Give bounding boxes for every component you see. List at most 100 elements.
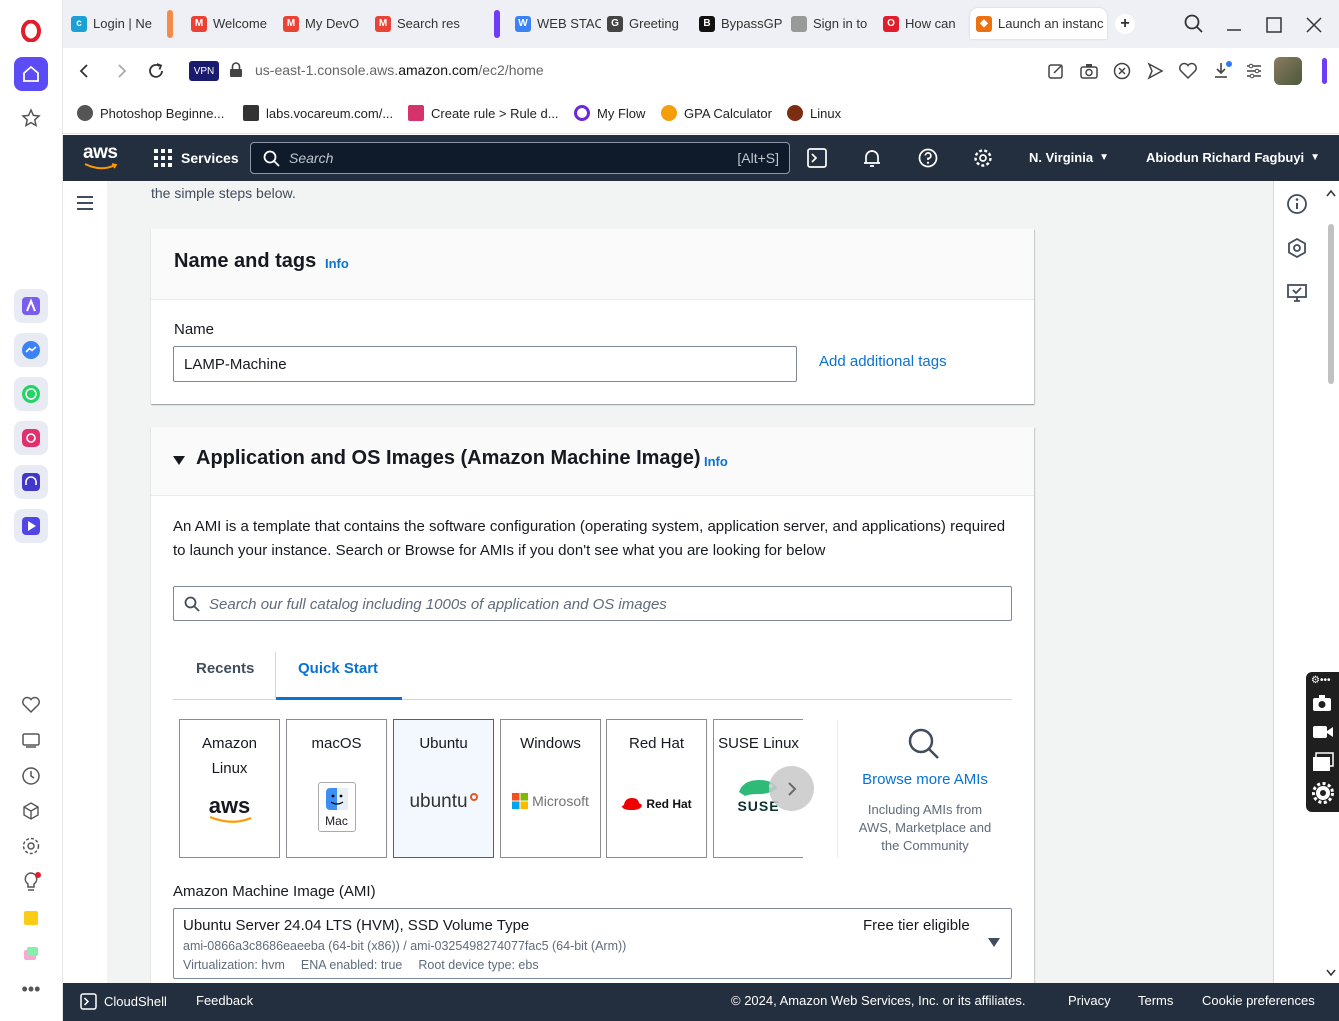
window-capture-icon[interactable]	[1312, 752, 1334, 777]
opera-logo-icon[interactable]	[14, 14, 48, 48]
tab-quick-start[interactable]: Quick Start	[298, 660, 378, 677]
privacy-link[interactable]: Privacy	[1068, 993, 1111, 1008]
edit-snapshot-icon[interactable]	[1046, 61, 1066, 86]
home-icon[interactable]	[14, 57, 48, 91]
tab-group-pill[interactable]	[494, 10, 500, 38]
music-player-icon[interactable]	[14, 465, 48, 499]
notes-icon[interactable]	[14, 901, 48, 935]
pinboard-icon[interactable]	[14, 937, 48, 971]
feedback-link[interactable]: Feedback	[196, 993, 253, 1008]
hamburger-menu-icon[interactable]	[76, 195, 94, 216]
cloudshell-icon[interactable]	[807, 148, 827, 173]
ami-tile-red-hat[interactable]: Red Hat Red Hat	[606, 719, 707, 858]
speed-dial-star-icon[interactable]	[14, 101, 48, 135]
tab-6[interactable]: B BypassGP	[693, 8, 785, 39]
messenger-icon[interactable]	[14, 333, 48, 367]
ami-tile-windows[interactable]: Windows Microsoft	[500, 719, 601, 858]
ami-info-link[interactable]: Info	[704, 454, 728, 469]
forward-arrow-icon[interactable]	[113, 62, 131, 85]
tab-group-pill[interactable]	[167, 10, 173, 38]
ami-tile-amazon-linux[interactable]: Amazon Linux aws	[179, 719, 280, 858]
ami-tile-ubuntu-selected[interactable]: Ubuntu ubuntu	[393, 719, 494, 858]
whatsapp-icon[interactable]	[14, 377, 48, 411]
name-input[interactable]: LAMP-Machine	[173, 346, 797, 382]
capture-settings-gear-icon[interactable]	[1312, 782, 1334, 809]
tutorial-screen-icon[interactable]	[1286, 282, 1308, 309]
tab-2[interactable]: M My DevO	[277, 8, 369, 39]
bookmark-0[interactable]: Photoshop Beginne...	[77, 105, 224, 121]
account-menu[interactable]: Abiodun Richard Fagbuyi ▼	[1146, 150, 1320, 165]
bookmark-4[interactable]: GPA Calculator	[661, 105, 772, 121]
tab-recents[interactable]: Recents	[196, 660, 254, 677]
bookmark-3[interactable]: My Flow	[574, 105, 645, 121]
tabs-icon[interactable]	[14, 723, 48, 757]
aws-smile-icon	[84, 163, 118, 170]
new-tab-plus-icon[interactable]: +	[1115, 14, 1135, 34]
reload-icon[interactable]	[146, 61, 166, 86]
player-send-icon[interactable]	[1145, 61, 1165, 86]
tab-1[interactable]: M Welcome	[185, 8, 277, 39]
aws-resource-icon[interactable]	[1286, 237, 1308, 264]
page-scrollbar[interactable]	[1326, 189, 1336, 979]
bookmark-2[interactable]: Create rule > Rule d...	[408, 105, 559, 121]
downloads-icon[interactable]	[1211, 60, 1233, 87]
lock-icon[interactable]	[229, 62, 243, 83]
screenshot-camera-icon[interactable]	[1312, 694, 1332, 717]
cookie-preferences-link[interactable]: Cookie preferences	[1202, 993, 1315, 1008]
carousel-next-button[interactable]	[769, 766, 814, 811]
ami-select-dropdown[interactable]: Ubuntu Server 24.04 LTS (HVM), SSD Volum…	[173, 908, 1012, 979]
extensions-cube-icon[interactable]	[14, 794, 48, 828]
tab-search-icon[interactable]	[1183, 13, 1205, 40]
tab-7[interactable]: Sign in to	[785, 8, 877, 39]
profile-avatar[interactable]	[1274, 57, 1302, 85]
minimize-icon[interactable]	[1223, 14, 1245, 41]
ami-search-input[interactable]: Search our full catalog including 1000s …	[173, 586, 1012, 621]
browse-more-amis-link[interactable]: Browse more AMIs	[857, 771, 993, 788]
back-arrow-icon[interactable]	[75, 62, 93, 85]
more-dots-icon[interactable]: •••	[14, 972, 48, 1006]
tab-3[interactable]: M Search res	[369, 8, 469, 39]
tab-5[interactable]: G Greeting	[601, 8, 693, 39]
tab-8[interactable]: O How can	[877, 8, 969, 39]
settings-gear-icon[interactable]	[973, 148, 993, 173]
easy-setup-icon[interactable]	[1244, 61, 1264, 86]
aws-logo[interactable]: aws	[83, 142, 119, 174]
aws-search-input[interactable]: Search [Alt+S]	[250, 142, 790, 174]
camera-icon[interactable]	[1079, 61, 1099, 86]
maximize-icon[interactable]	[1263, 14, 1285, 41]
aws-console-icon: ◆	[976, 15, 992, 32]
heart-icon[interactable]	[14, 688, 48, 722]
help-icon[interactable]	[918, 148, 938, 173]
url-field[interactable]: us-east-1.console.aws.amazon.com/ec2/hom…	[255, 62, 544, 78]
sidebar-toggle-pill[interactable]	[1322, 58, 1327, 84]
toolbar-menu-dots-icon[interactable]: ⚙•••	[1311, 675, 1330, 686]
openai-icon: G	[607, 15, 623, 32]
aria-ai-icon[interactable]	[14, 289, 48, 323]
notifications-bell-icon[interactable]	[862, 148, 882, 173]
scroll-thumb[interactable]	[1328, 224, 1334, 384]
ad-blocker-icon[interactable]	[1112, 61, 1132, 86]
bookmark-1[interactable]: labs.vocareum.com/...	[243, 105, 393, 121]
close-window-icon[interactable]	[1303, 14, 1325, 41]
player-icon[interactable]	[14, 509, 48, 543]
add-additional-tags-link[interactable]: Add additional tags	[819, 353, 947, 370]
collapse-caret-icon[interactable]	[173, 453, 185, 471]
lightbulb-icon[interactable]	[14, 865, 48, 899]
info-panel-icon[interactable]	[1286, 193, 1308, 220]
instagram-icon[interactable]	[14, 421, 48, 455]
tab-4[interactable]: W WEB STAC	[509, 8, 601, 39]
name-tags-info-link[interactable]: Info	[325, 256, 349, 271]
services-menu[interactable]: Services	[154, 149, 239, 167]
video-record-icon[interactable]	[1312, 724, 1334, 745]
cloudshell-footer-button[interactable]: CloudShell	[80, 993, 167, 1010]
region-selector[interactable]: N. Virginia ▼	[1029, 150, 1109, 165]
tab-0[interactable]: c Login | Ne	[65, 8, 157, 39]
tab-9-active[interactable]: ◆ Launch an instanc	[970, 8, 1107, 39]
favorites-heart-icon[interactable]	[1178, 61, 1198, 86]
terms-link[interactable]: Terms	[1138, 993, 1173, 1008]
bookmark-5[interactable]: Linux	[787, 105, 841, 121]
ami-tile-macos[interactable]: macOS Mac	[286, 719, 387, 858]
settings-gear-icon[interactable]	[14, 829, 48, 863]
history-icon[interactable]	[14, 759, 48, 793]
vpn-badge[interactable]: VPN	[189, 61, 219, 81]
